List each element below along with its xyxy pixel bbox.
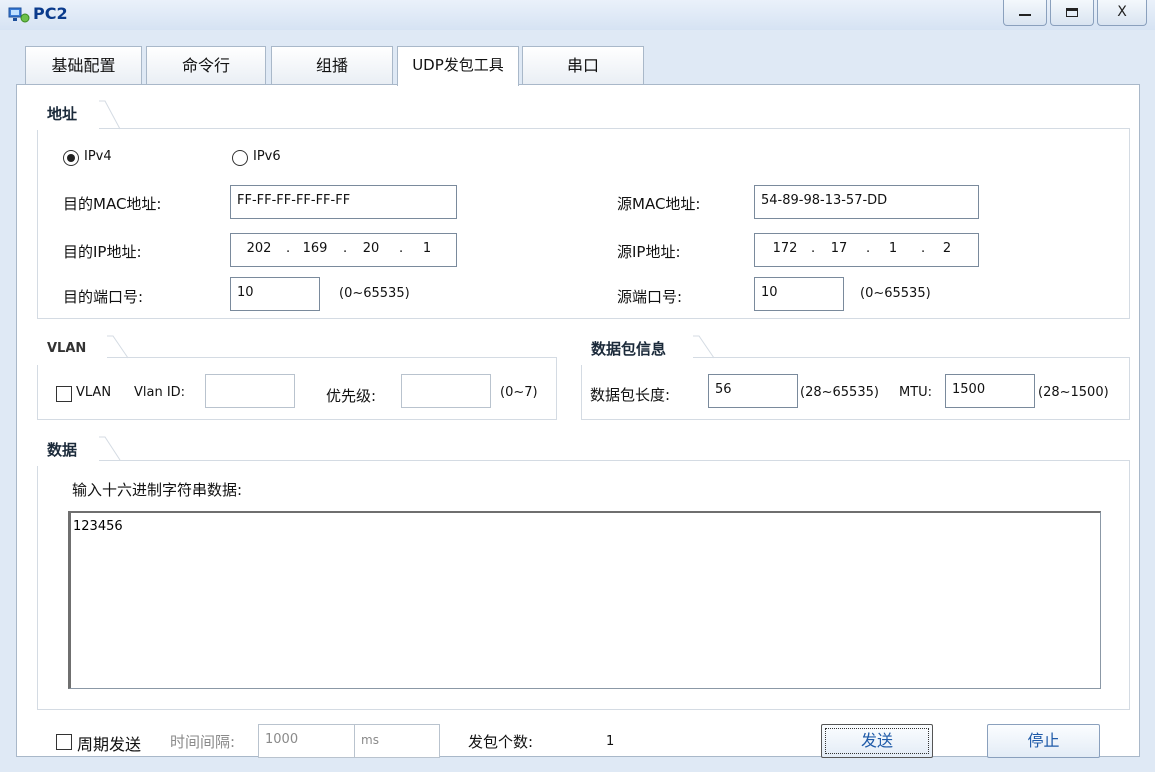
ipv4-label: IPv4 [84, 149, 112, 164]
interval-label: 时间间隔: [170, 733, 236, 751]
hex-data-label: 输入十六进制字符串数据: [72, 481, 243, 499]
dst-ip-octet-4[interactable]: 1 [407, 234, 447, 264]
packet-count-label: 发包个数: [468, 733, 534, 751]
mtu-range: (28~1500) [1038, 385, 1109, 400]
packet-length-label: 数据包长度: [590, 386, 671, 404]
group-title-tab-edge [107, 335, 129, 359]
group-title-tab-edge [99, 436, 121, 461]
ip-dot: . [921, 241, 926, 256]
src-port-input[interactable]: 10 [754, 277, 844, 311]
src-ip-octet-4[interactable]: 2 [927, 234, 967, 264]
send-button[interactable]: 发送 [821, 724, 933, 758]
ipv6-label: IPv6 [253, 149, 281, 164]
pc-app-icon [8, 7, 30, 23]
tab-multicast[interactable]: 组播 [271, 46, 393, 85]
maximize-icon [1066, 7, 1078, 17]
src-ip-input[interactable]: 172 . 17 . 1 . 2 [754, 233, 979, 267]
address-group-title: 地址 [37, 100, 121, 130]
window-title: PC2 [33, 4, 68, 23]
packet-length-input[interactable]: 56 [708, 374, 798, 408]
group-title-tab-edge [99, 100, 121, 130]
ipv4-radio[interactable] [63, 150, 79, 166]
tab-basic-config[interactable]: 基础配置 [25, 46, 142, 85]
dst-port-input[interactable]: 10 [230, 277, 320, 311]
src-port-range: (0~65535) [860, 286, 931, 301]
src-ip-octet-2[interactable]: 17 [819, 234, 859, 264]
tab-serial[interactable]: 串口 [522, 46, 644, 85]
priority-range: (0~7) [500, 385, 538, 400]
tab-udp-tool[interactable]: UDP发包工具 [397, 46, 519, 86]
vlan-id-input[interactable] [205, 374, 295, 408]
group-title-tab-edge [693, 335, 715, 359]
priority-label: 优先级: [326, 387, 377, 405]
stop-button[interactable]: 停止 [987, 724, 1100, 758]
packet-length-range: (28~65535) [800, 385, 879, 400]
mtu-input[interactable]: 1500 [945, 374, 1035, 408]
minimize-button[interactable] [1003, 0, 1047, 26]
src-ip-octet-3[interactable]: 1 [873, 234, 913, 264]
dst-ip-label: 目的IP地址: [63, 243, 142, 261]
maximize-button[interactable] [1050, 0, 1094, 26]
tab-command-line[interactable]: 命令行 [146, 46, 266, 85]
src-port-label: 源端口号: [617, 288, 683, 306]
periodic-send-label: 周期发送 [77, 735, 142, 754]
dst-port-range: (0~65535) [339, 286, 410, 301]
hex-data-value: 123456 [73, 519, 123, 534]
src-ip-octet-1[interactable]: 172 [765, 234, 805, 264]
interval-unit: ms [354, 724, 440, 758]
close-button[interactable]: X [1097, 0, 1147, 26]
minimize-icon [1019, 14, 1031, 16]
ip-dot: . [811, 241, 816, 256]
vlan-checkbox[interactable] [56, 386, 72, 402]
dst-ip-octet-3[interactable]: 20 [351, 234, 391, 264]
dst-port-label: 目的端口号: [63, 288, 144, 306]
dst-mac-label: 目的MAC地址: [63, 195, 162, 213]
ip-dot: . [866, 241, 871, 256]
title-bar: PC2 X [0, 0, 1155, 30]
src-mac-label: 源MAC地址: [617, 195, 701, 213]
vlan-group-title: VLAN [37, 335, 129, 365]
address-group [37, 128, 1130, 319]
src-ip-label: 源IP地址: [617, 243, 681, 261]
data-group-title: 数据 [37, 436, 121, 466]
dst-ip-octet-2[interactable]: 169 [295, 234, 335, 264]
packet-info-group-title: 数据包信息 [581, 335, 715, 365]
periodic-send-checkbox[interactable] [56, 734, 72, 750]
ip-dot: . [343, 241, 348, 256]
priority-input[interactable] [401, 374, 491, 408]
packet-count-value: 1 [606, 734, 615, 749]
vlan-checkbox-label: VLAN [76, 385, 112, 400]
close-icon: X [1117, 4, 1127, 20]
ip-dot: . [399, 241, 404, 256]
dst-ip-octet-1[interactable]: 202 [239, 234, 279, 264]
ip-dot: . [286, 241, 291, 256]
hex-data-textarea[interactable]: 123456 [68, 511, 1101, 689]
vlan-id-label: Vlan ID: [134, 385, 186, 400]
dst-mac-input[interactable]: FF-FF-FF-FF-FF-FF [230, 185, 457, 219]
mtu-label: MTU: [899, 385, 933, 400]
src-mac-input[interactable]: 54-89-98-13-57-DD [754, 185, 979, 219]
dst-ip-input[interactable]: 202 . 169 . 20 . 1 [230, 233, 457, 267]
ipv6-radio[interactable] [232, 150, 248, 166]
focus-ring [825, 728, 929, 754]
interval-input[interactable]: 1000 [258, 724, 355, 758]
